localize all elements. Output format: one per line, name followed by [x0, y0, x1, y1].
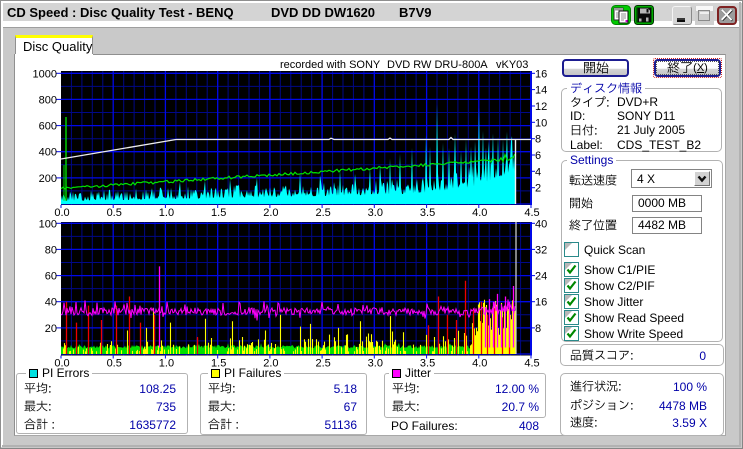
svg-text:3.0: 3.0: [368, 358, 383, 370]
svg-text:6: 6: [535, 150, 541, 162]
svg-text:40: 40: [45, 297, 57, 309]
svg-text:200: 200: [39, 173, 57, 185]
svg-text:32: 32: [535, 244, 547, 256]
svg-text:recorded with SONY: recorded with SONY: [280, 59, 381, 71]
svg-text:24: 24: [535, 271, 547, 283]
svg-text:1.0: 1.0: [159, 358, 174, 370]
svg-text:400: 400: [39, 147, 57, 159]
svg-text:800: 800: [39, 94, 57, 106]
svg-text:80: 80: [45, 244, 57, 256]
svg-text:2: 2: [535, 183, 541, 195]
svg-text:vKY03: vKY03: [496, 59, 528, 71]
svg-text:3.5: 3.5: [420, 207, 435, 219]
svg-text:1.5: 1.5: [211, 207, 226, 219]
svg-text:0.5: 0.5: [107, 207, 122, 219]
svg-text:4.0: 4.0: [472, 358, 487, 370]
svg-text:20: 20: [45, 323, 57, 335]
svg-text:3.0: 3.0: [368, 207, 383, 219]
svg-text:4: 4: [535, 166, 541, 178]
svg-text:4.5: 4.5: [524, 358, 539, 370]
svg-text:8: 8: [535, 323, 541, 335]
svg-text:60: 60: [45, 271, 57, 283]
svg-text:2.5: 2.5: [315, 207, 330, 219]
svg-text:100: 100: [39, 218, 57, 230]
svg-text:1.0: 1.0: [159, 207, 174, 219]
svg-text:8: 8: [535, 134, 541, 146]
svg-text:0.5: 0.5: [107, 358, 122, 370]
svg-text:DVD RW DRU-800A: DVD RW DRU-800A: [387, 59, 488, 71]
svg-text:0.0: 0.0: [54, 207, 69, 219]
svg-text:10: 10: [535, 117, 547, 129]
svg-text:40: 40: [535, 218, 547, 230]
svg-text:12: 12: [535, 101, 547, 113]
svg-text:600: 600: [39, 121, 57, 133]
svg-text:4.5: 4.5: [524, 207, 539, 219]
svg-text:14: 14: [535, 85, 547, 97]
svg-text:1000: 1000: [33, 68, 57, 80]
svg-text:16: 16: [535, 297, 547, 309]
svg-text:2.0: 2.0: [263, 207, 278, 219]
svg-text:4.0: 4.0: [472, 207, 487, 219]
svg-text:2.5: 2.5: [315, 358, 330, 370]
svg-text:16: 16: [535, 68, 547, 80]
